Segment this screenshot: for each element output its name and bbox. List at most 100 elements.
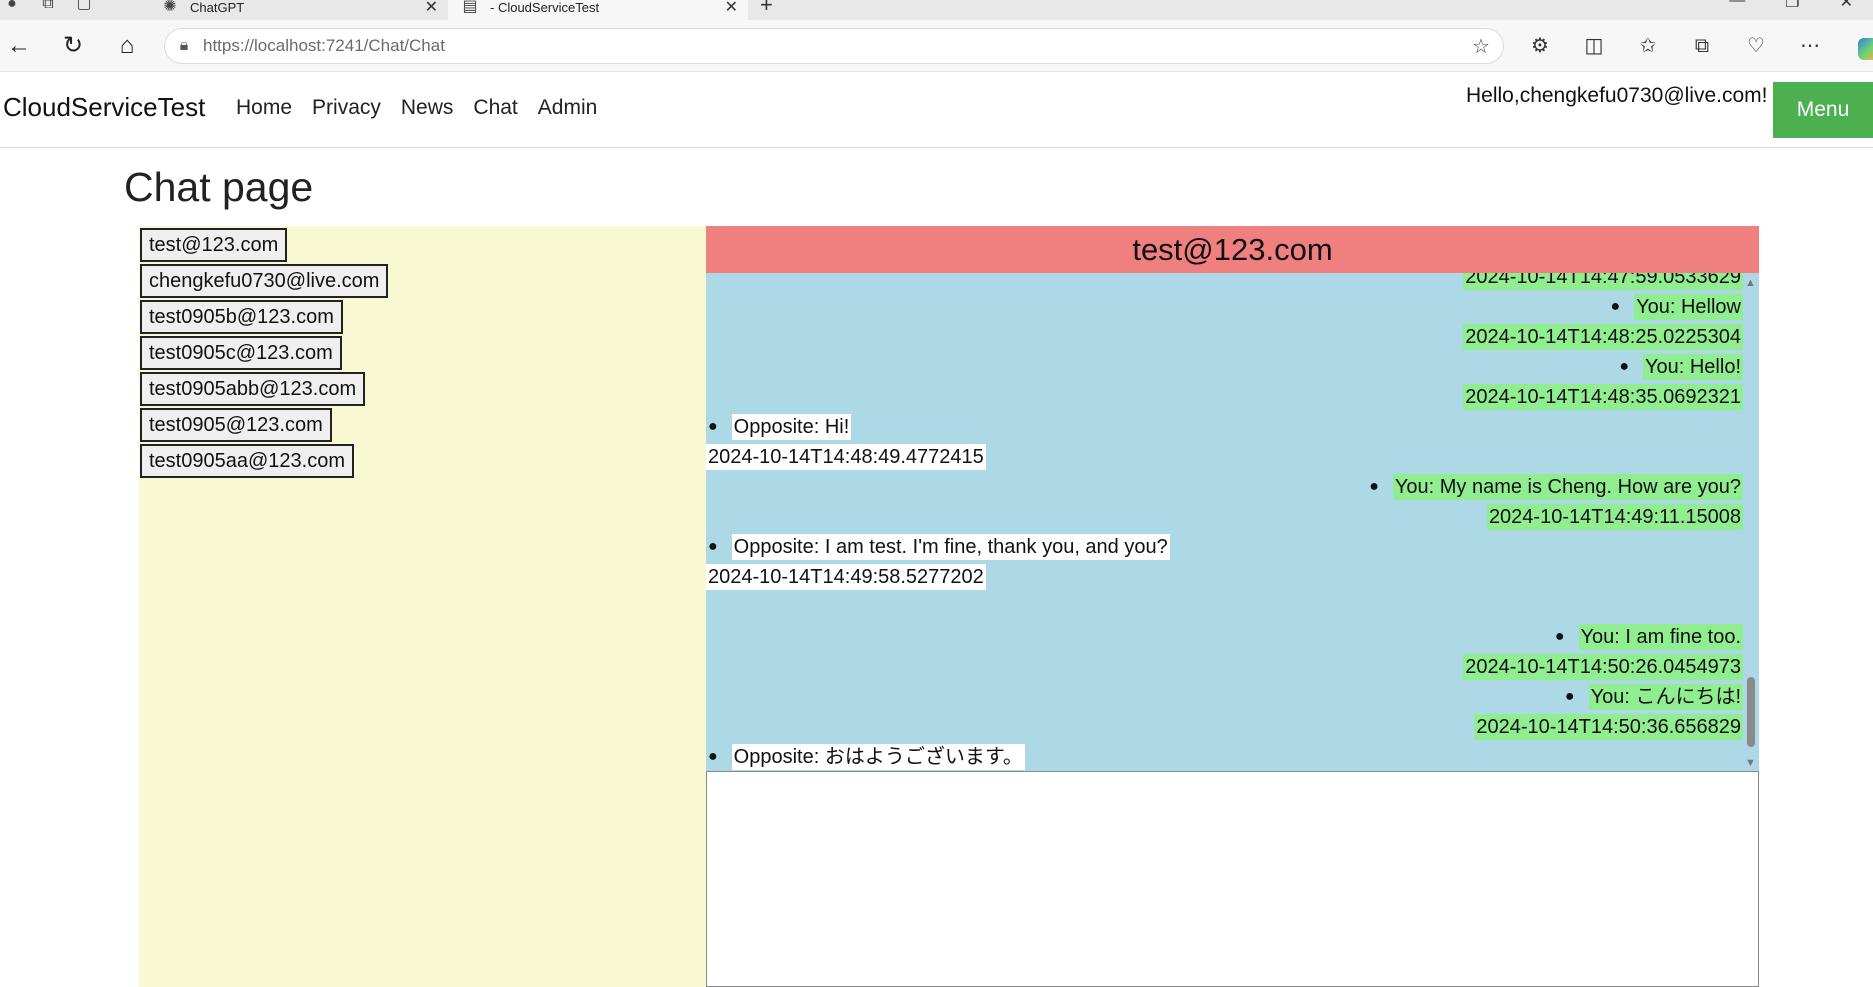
message-text: Opposite: おはようございます。 bbox=[731, 744, 1025, 770]
scroll-down-icon[interactable]: ▼ bbox=[1745, 757, 1756, 769]
message-text: You: I am fine too. bbox=[1578, 624, 1743, 650]
message-timestamp-row: 2024-10-14T14:49:58.5277202 bbox=[706, 562, 1743, 592]
more-icon[interactable]: ⋯ bbox=[1796, 32, 1824, 60]
message-timestamp-row: 2024-10-14T14:48:25.0225304 bbox=[706, 322, 1743, 352]
bullet-icon: ● bbox=[1619, 358, 1629, 375]
user-button-test0905[interactable]: test0905@123.com bbox=[140, 408, 332, 442]
user-greeting: Hello,chengkefu0730@live.com! bbox=[1466, 84, 1768, 107]
user-button-test0905c[interactable]: test0905c@123.com bbox=[140, 336, 342, 370]
menu-button[interactable]: Menu bbox=[1773, 82, 1873, 138]
scroll-thumb[interactable] bbox=[1747, 677, 1755, 747]
window-controls: — ❐ ✕ bbox=[1729, 0, 1873, 12]
user-button-test0905abb[interactable]: test0905abb@123.com bbox=[140, 372, 366, 406]
puzzle-icon[interactable]: ⚙ bbox=[1526, 32, 1554, 60]
bullet-icon: ● bbox=[1554, 628, 1565, 645]
site-navbar: CloudServiceTest Home Privacy News Chat … bbox=[0, 72, 1873, 148]
home-icon[interactable]: ⌂ bbox=[112, 32, 142, 60]
page-favicon-icon: ▤ bbox=[462, 0, 478, 15]
address-bar[interactable]: 🔒︎ https://localhost:7241/Chat/Chat ☆ bbox=[164, 28, 1504, 64]
message-timestamp: 2024-10-14T14:48:35.0692321 bbox=[1463, 384, 1743, 410]
message-timestamp-row: 2024-10-14T14:49:11.15008 bbox=[706, 502, 1743, 532]
chat-recipient-header: test@123.com bbox=[706, 226, 1759, 273]
message-input[interactable] bbox=[706, 771, 1759, 987]
split-screen-icon[interactable]: ◫ bbox=[1580, 32, 1608, 60]
message-text: Opposite: I am test. I'm fine, thank you… bbox=[731, 534, 1170, 560]
minimize-icon[interactable]: — bbox=[1729, 0, 1745, 12]
bullet-icon: ● bbox=[1564, 688, 1575, 705]
message-timestamp: 2024-10-14T14:50:26.0454973 bbox=[1463, 654, 1743, 680]
workspaces-icon[interactable]: ⧉ bbox=[36, 0, 60, 13]
maximize-icon[interactable]: ❐ bbox=[1785, 0, 1799, 12]
close-icon[interactable]: ✕ bbox=[425, 0, 438, 17]
nav-link-privacy[interactable]: Privacy bbox=[312, 96, 381, 120]
message-item: ● You: Hello! bbox=[706, 352, 1743, 382]
message-item: ● Opposite: Hi! bbox=[706, 412, 1743, 442]
message-item: ● Opposite: I am test. I'm fine, thank yo… bbox=[706, 532, 1743, 562]
collections-icon[interactable]: ⧉ bbox=[1688, 32, 1716, 60]
browser-tab-chatgpt[interactable]: ✺ ChatGPT ✕ bbox=[148, 0, 448, 20]
nav-link-chat[interactable]: Chat bbox=[473, 96, 517, 120]
message-list[interactable]: 2024-10-14T14:47:59.0533629 ● You: Hellow 2… bbox=[706, 273, 1743, 771]
browser-tab-cloudservicetest[interactable]: ▤ - CloudServiceTest ✕ bbox=[448, 0, 748, 20]
browser-tab-title: ChatGPT bbox=[190, 0, 245, 15]
user-list-panel: test@123.com chengkefu0730@live.com test… bbox=[139, 226, 706, 987]
nav-link-news[interactable]: News bbox=[401, 96, 454, 120]
close-icon[interactable]: ✕ bbox=[725, 0, 738, 17]
chatgpt-favicon-icon: ✺ bbox=[163, 0, 177, 15]
nav-link-admin[interactable]: Admin bbox=[538, 96, 598, 120]
site-brand[interactable]: CloudServiceTest bbox=[3, 92, 205, 123]
url-text[interactable]: https://localhost:7241/Chat/Chat bbox=[203, 36, 1459, 56]
user-button-test[interactable]: test@123.com bbox=[140, 228, 288, 262]
heart-pulse-icon[interactable]: ♡ bbox=[1742, 32, 1770, 60]
profile-icon[interactable]: ● bbox=[0, 0, 24, 13]
user-button-test0905aa[interactable]: test0905aa@123.com bbox=[140, 444, 354, 478]
message-timestamp: 2024-10-14T14:49:58.5277202 bbox=[706, 564, 986, 590]
reload-icon[interactable]: ↻ bbox=[58, 32, 88, 60]
bullet-icon: ● bbox=[708, 418, 718, 435]
message-text: You: Hello! bbox=[1643, 354, 1743, 380]
star-icon[interactable]: ☆ bbox=[1459, 34, 1503, 59]
message-timestamp: 2024-10-14T14:48:25.0225304 bbox=[1463, 324, 1743, 350]
message-item: ● You: Hellow bbox=[706, 292, 1743, 322]
message-timestamp: 2024-10-14T14:50:36.656829 bbox=[1474, 714, 1743, 740]
message-item: ● You: こんにちは! bbox=[706, 682, 1743, 712]
message-timestamp-row: 2024-10-14T14:48:49.4772415 bbox=[706, 442, 1743, 472]
message-item: ● You: I am fine too. bbox=[706, 622, 1743, 652]
message-timestamp: 2024-10-14T14:48:49.4772415 bbox=[706, 444, 986, 470]
message-scrollbar[interactable]: ▲ ▼ bbox=[1743, 273, 1759, 771]
user-button-chengkefu0730[interactable]: chengkefu0730@live.com bbox=[140, 264, 389, 298]
message-text: You: Hellow bbox=[1634, 294, 1743, 320]
nav-link-home[interactable]: Home bbox=[236, 96, 292, 120]
tab-actions-icon[interactable]: ▢ bbox=[72, 0, 96, 13]
message-text: You: こんにちは! bbox=[1588, 684, 1743, 710]
message-timestamp: 2024-10-14T14:47:59.0533629 bbox=[1463, 273, 1743, 290]
nav-links: Home Privacy News Chat Admin bbox=[236, 96, 597, 120]
message-timestamp-row: 2024-10-14T14:47:59.0533629 bbox=[706, 273, 1743, 292]
message-timestamp-row: 2024-10-14T14:48:35.0692321 bbox=[706, 382, 1743, 412]
message-text: Opposite: Hi! bbox=[731, 414, 852, 440]
message-item: ● Opposite: おはようございます。 bbox=[706, 742, 1743, 771]
message-timestamp: 2024-10-14T14:49:11.15008 bbox=[1486, 504, 1743, 530]
close-window-icon[interactable]: ✕ bbox=[1840, 0, 1853, 12]
bullet-icon: ● bbox=[1369, 478, 1379, 495]
bullet-icon: ● bbox=[708, 748, 718, 765]
message-timestamp-row: 2024-10-14T14:50:36.656829 bbox=[706, 712, 1743, 742]
message-text: You: My name is Cheng. How are you? bbox=[1392, 474, 1743, 500]
message-item: ● You: My name is Cheng. How are you? bbox=[706, 472, 1743, 502]
favorites-icon[interactable]: ✩ bbox=[1634, 32, 1662, 60]
copilot-icon[interactable] bbox=[1858, 38, 1873, 60]
user-button-test0905b[interactable]: test0905b@123.com bbox=[140, 300, 343, 334]
bullet-icon: ● bbox=[708, 538, 718, 555]
scroll-up-icon[interactable]: ▲ bbox=[1745, 277, 1756, 289]
address-bar-row: ← ↻ ⌂ 🔒︎ https://localhost:7241/Chat/Cha… bbox=[0, 20, 1873, 72]
browser-toolbar: ⚙ ◫ ✩ ⧉ ♡ ⋯ bbox=[1526, 32, 1824, 60]
bullet-icon: ● bbox=[1610, 298, 1621, 315]
lock-icon[interactable]: 🔒︎ bbox=[165, 37, 203, 55]
new-tab-button[interactable]: + bbox=[760, 0, 773, 18]
page-title: Chat page bbox=[124, 164, 314, 210]
arrow-left-icon[interactable]: ← bbox=[4, 32, 34, 60]
message-timestamp-row: 2024-10-14T14:50:26.0454973 bbox=[706, 652, 1743, 682]
browser-tab-title: - CloudServiceTest bbox=[490, 0, 600, 15]
message-list-inner: 2024-10-14T14:47:59.0533629 ● You: Hellow 2… bbox=[706, 273, 1743, 771]
